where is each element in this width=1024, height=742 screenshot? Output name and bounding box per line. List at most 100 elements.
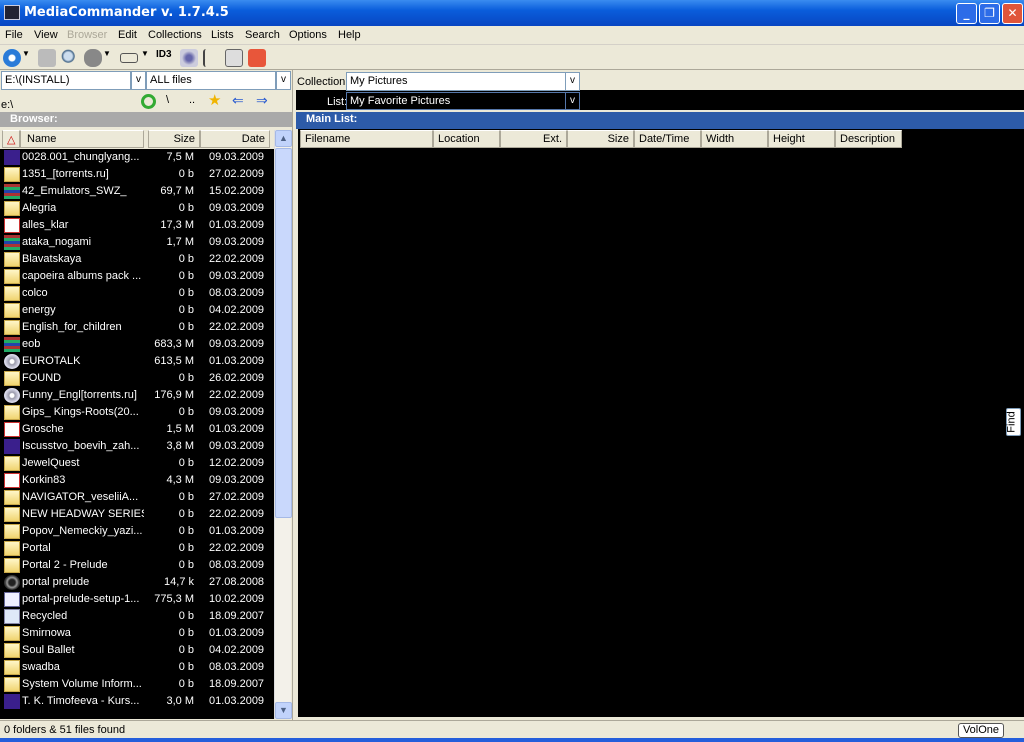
file-row[interactable]: System Volume Inform... 0 b 18.09.2007 bbox=[0, 676, 274, 693]
file-row[interactable]: JewelQuest 0 b 12.02.2009 bbox=[0, 455, 274, 472]
file-name: English_for_children bbox=[22, 321, 122, 333]
menu-help[interactable]: Help bbox=[338, 29, 361, 41]
find-tab[interactable]: Find bbox=[1006, 408, 1021, 436]
id3-icon[interactable]: ID3 bbox=[156, 49, 174, 67]
file-row[interactable]: Portal 0 b 22.02.2009 bbox=[0, 540, 274, 557]
file-row[interactable]: capoeira albums pack ... 0 b 09.03.2009 bbox=[0, 268, 274, 285]
close-button[interactable]: ✕ bbox=[1002, 3, 1023, 24]
file-date: 08.03.2009 bbox=[209, 287, 265, 299]
dropdown-arrow-icon[interactable]: ▼ bbox=[103, 49, 113, 67]
power-icon[interactable] bbox=[248, 49, 266, 67]
main-column-header-description[interactable]: Description bbox=[835, 130, 902, 148]
file-row[interactable]: Soul Ballet 0 b 04.02.2009 bbox=[0, 642, 274, 659]
main-column-header-datetime[interactable]: Date/Time bbox=[634, 130, 701, 148]
file-name: System Volume Inform... bbox=[22, 678, 142, 690]
file-row[interactable]: energy 0 b 04.02.2009 bbox=[0, 302, 274, 319]
menu-search[interactable]: Search bbox=[245, 29, 280, 41]
file-row[interactable]: portal-prelude-setup-1... 775,3 M 10.02.… bbox=[0, 591, 274, 608]
parent-dir-button[interactable]: .. bbox=[189, 94, 195, 106]
file-row[interactable]: Smirnowa 0 b 01.03.2009 bbox=[0, 625, 274, 642]
info-icon[interactable] bbox=[225, 49, 243, 67]
file-row[interactable]: Grosche 1,5 M 01.03.2009 bbox=[0, 421, 274, 438]
main-column-header-ext[interactable]: Ext. bbox=[500, 130, 567, 148]
file-filter-select[interactable]: ALL files bbox=[146, 71, 276, 90]
back-arrow-icon[interactable]: ⇐ bbox=[232, 92, 244, 109]
file-row[interactable]: portal prelude 14,7 k 27.08.2008 bbox=[0, 574, 274, 591]
binoculars-icon[interactable] bbox=[84, 49, 102, 67]
menu-view[interactable]: View bbox=[34, 29, 58, 41]
file-row[interactable]: swadba 0 b 08.03.2009 bbox=[0, 659, 274, 676]
file-row[interactable]: Popov_Nemeckiy_yazi... 0 b 01.03.2009 bbox=[0, 523, 274, 540]
file-name: Iscusstvo_boevih_zah... bbox=[22, 440, 140, 452]
file-name: ataka_nogami bbox=[22, 236, 92, 248]
file-row[interactable]: Funny_Engl[torrents.ru] 176,9 M 22.02.20… bbox=[0, 387, 274, 404]
music-icon[interactable] bbox=[180, 49, 198, 67]
collection-select[interactable]: My Pictures bbox=[346, 72, 566, 91]
menu-file[interactable]: File bbox=[5, 29, 23, 41]
file-row[interactable]: English_for_children 0 b 22.02.2009 bbox=[0, 319, 274, 336]
restore-button[interactable]: ❐ bbox=[979, 3, 1000, 24]
tree-icon[interactable] bbox=[203, 49, 221, 67]
main-column-header-filename[interactable]: Filename bbox=[300, 130, 433, 148]
collection-dropdown[interactable]: v bbox=[565, 72, 580, 91]
main-column-header-width[interactable]: Width bbox=[701, 130, 768, 148]
scroll-down-button[interactable]: ▼ bbox=[275, 702, 292, 719]
menu-edit[interactable]: Edit bbox=[118, 29, 137, 41]
main-column-header-location[interactable]: Location bbox=[433, 130, 500, 148]
menu-lists[interactable]: Lists bbox=[211, 29, 234, 41]
file-row[interactable]: NAVIGATOR_veseliiA... 0 b 27.02.2009 bbox=[0, 489, 274, 506]
drive-path-dropdown[interactable]: v bbox=[131, 71, 146, 90]
menu-browser[interactable]: Browser bbox=[67, 29, 107, 41]
file-row[interactable]: NEW HEADWAY SERIES 0 b 22.02.2009 bbox=[0, 506, 274, 523]
drive-path-select[interactable]: E:\(INSTALL) bbox=[1, 71, 131, 90]
file-row[interactable]: eob 683,3 M 09.03.2009 bbox=[0, 336, 274, 353]
file-row[interactable]: FOUND 0 b 26.02.2009 bbox=[0, 370, 274, 387]
sort-indicator-icon[interactable]: △ bbox=[2, 130, 20, 148]
dropdown-arrow-icon[interactable]: ▼ bbox=[141, 49, 151, 67]
file-row[interactable]: Recycled 0 b 18.09.2007 bbox=[0, 608, 274, 625]
column-header-name[interactable]: Name bbox=[20, 130, 144, 148]
main-column-header-size[interactable]: Size bbox=[567, 130, 634, 148]
menu-collections[interactable]: Collections bbox=[148, 29, 202, 41]
volume-button[interactable]: VolOne bbox=[958, 723, 1004, 738]
menu-bar: File View Browser Edit Collections Lists… bbox=[0, 26, 1024, 45]
refresh-icon[interactable] bbox=[141, 94, 156, 109]
scroll-thumb[interactable] bbox=[275, 148, 292, 518]
file-filter-dropdown[interactable]: v bbox=[276, 71, 291, 90]
file-row[interactable]: alles_klar 17,3 M 01.03.2009 bbox=[0, 217, 274, 234]
main-list[interactable] bbox=[298, 129, 1024, 717]
file-row[interactable]: EUROTALK 613,5 M 01.03.2009 bbox=[0, 353, 274, 370]
file-name: Grosche bbox=[22, 423, 64, 435]
forward-arrow-icon[interactable]: ⇒ bbox=[256, 92, 268, 109]
main-column-header-height[interactable]: Height bbox=[768, 130, 835, 148]
file-row[interactable]: T. K. Timofeeva - Kurs... 3,0 M 01.03.20… bbox=[0, 693, 274, 710]
file-row[interactable]: 1351_[torrents.ru] 0 b 27.02.2009 bbox=[0, 166, 274, 183]
file-row[interactable]: Blavatskaya 0 b 22.02.2009 bbox=[0, 251, 274, 268]
file-row[interactable]: Korkin83 4,3 M 09.03.2009 bbox=[0, 472, 274, 489]
dropdown-arrow-icon[interactable]: ▼ bbox=[22, 49, 32, 67]
menu-options[interactable]: Options bbox=[289, 29, 327, 41]
settings-icon[interactable] bbox=[3, 49, 21, 67]
file-row[interactable]: colco 0 b 08.03.2009 bbox=[0, 285, 274, 302]
browser-scrollbar[interactable]: ▲ ▼ bbox=[274, 130, 292, 719]
column-header-date[interactable]: Date bbox=[200, 130, 270, 148]
column-header-size[interactable]: Size bbox=[148, 130, 200, 148]
minimize-button[interactable]: _ bbox=[956, 3, 977, 24]
file-row[interactable]: Portal 2 - Prelude 0 b 08.03.2009 bbox=[0, 557, 274, 574]
file-row[interactable]: Gips_ Kings-Roots(20... 0 b 09.03.2009 bbox=[0, 404, 274, 421]
file-row[interactable]: Iscusstvo_boevih_zah... 3,8 M 09.03.2009 bbox=[0, 438, 274, 455]
file-size: 0 b bbox=[178, 406, 194, 418]
list-dropdown[interactable]: v bbox=[565, 92, 580, 110]
find-duplicates-icon[interactable] bbox=[61, 49, 79, 67]
scroll-up-button[interactable]: ▲ bbox=[275, 130, 292, 147]
favorites-star-icon[interactable]: ★ bbox=[208, 91, 221, 109]
file-row[interactable]: Alegria 0 b 09.03.2009 bbox=[0, 200, 274, 217]
root-dir-button[interactable]: \ bbox=[166, 94, 169, 106]
home-icon[interactable] bbox=[38, 49, 56, 67]
list-select[interactable]: My Favorite Pictures bbox=[346, 92, 566, 110]
slideshow-icon[interactable] bbox=[120, 53, 138, 63]
file-row[interactable]: 0028.001_chunglyang... 7,5 M 09.03.2009 bbox=[0, 149, 274, 166]
file-list[interactable]: 0028.001_chunglyang... 7,5 M 09.03.2009 … bbox=[0, 149, 274, 719]
file-row[interactable]: 42_Emulators_SWZ_ 69,7 M 15.02.2009 bbox=[0, 183, 274, 200]
file-row[interactable]: ataka_nogami 1,7 M 09.03.2009 bbox=[0, 234, 274, 251]
